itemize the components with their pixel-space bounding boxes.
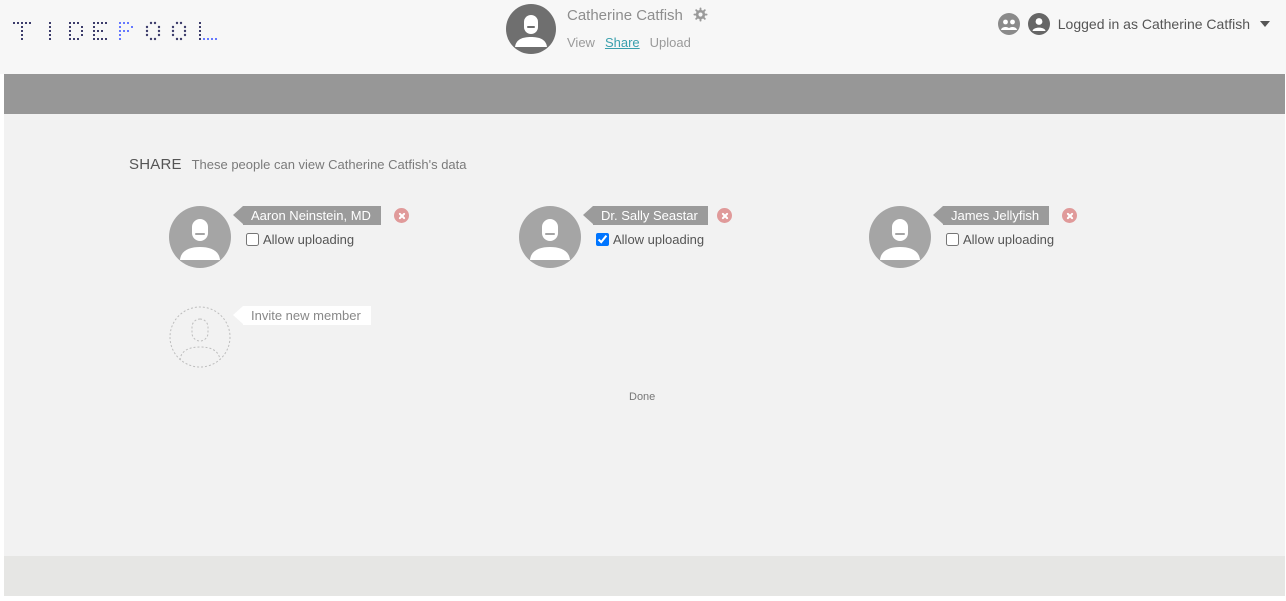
member-avatar xyxy=(169,206,231,268)
nav-upload-link[interactable]: Upload xyxy=(650,35,691,50)
nav-share-link[interactable]: Share xyxy=(605,35,640,50)
member-card: Dr. Sally Seastar Allow uploading xyxy=(519,206,819,268)
patient-avatar[interactable] xyxy=(506,4,556,54)
allow-upload-label: Allow uploading xyxy=(613,232,705,247)
tidepool-logo[interactable] xyxy=(12,16,222,48)
chevron-down-icon[interactable] xyxy=(1260,21,1270,27)
done-button[interactable]: Done xyxy=(629,391,655,403)
patient-nav: View Share Upload xyxy=(567,35,691,50)
member-avatar xyxy=(519,206,581,268)
user-icon[interactable] xyxy=(1027,13,1050,35)
nav-view-link[interactable]: View xyxy=(567,35,595,50)
member-card: James Jellyfish Allow uploading xyxy=(869,206,1169,268)
top-header: Catherine Catfish View Share Upload Logg… xyxy=(0,0,1286,74)
share-title: SHARE xyxy=(129,156,182,173)
share-heading: SHARE These people can view Catherine Ca… xyxy=(129,156,467,173)
allow-upload-control[interactable]: Allow uploading xyxy=(946,232,1054,247)
member-name: Dr. Sally Seastar xyxy=(583,206,708,225)
allow-upload-control[interactable]: Allow uploading xyxy=(596,232,704,247)
remove-icon[interactable] xyxy=(1062,208,1077,223)
member-name: Aaron Neinstein, MD xyxy=(233,206,381,225)
invite-member[interactable]: Invite new member xyxy=(169,306,409,368)
allow-upload-control[interactable]: Allow uploading xyxy=(246,232,354,247)
remove-icon[interactable] xyxy=(394,208,409,223)
user-menu: Logged in as Catherine Catfish xyxy=(997,12,1270,36)
allow-upload-checkbox[interactable] xyxy=(246,233,259,246)
allow-upload-label: Allow uploading xyxy=(963,232,1055,247)
patient-name: Catherine Catfish xyxy=(567,7,683,24)
allow-upload-label: Allow uploading xyxy=(263,232,355,247)
gear-icon[interactable] xyxy=(693,7,708,22)
member-card: Aaron Neinstein, MD Allow uploading xyxy=(169,206,469,268)
care-team-icon[interactable] xyxy=(997,13,1020,35)
member-name: James Jellyfish xyxy=(932,206,1050,225)
share-page: SHARE These people can view Catherine Ca… xyxy=(4,74,1285,596)
invite-avatar-placeholder[interactable] xyxy=(169,306,231,368)
allow-upload-checkbox[interactable] xyxy=(946,233,959,246)
share-description: These people can view Catherine Catfish'… xyxy=(191,157,467,172)
invite-new-member-button[interactable]: Invite new member xyxy=(233,306,371,325)
allow-upload-checkbox[interactable] xyxy=(596,233,609,246)
logged-in-label[interactable]: Logged in as Catherine Catfish xyxy=(1058,16,1250,32)
footer-bar xyxy=(4,556,1285,596)
member-avatar xyxy=(869,206,931,268)
remove-icon[interactable] xyxy=(717,208,732,223)
sub-header-bar xyxy=(4,74,1285,114)
